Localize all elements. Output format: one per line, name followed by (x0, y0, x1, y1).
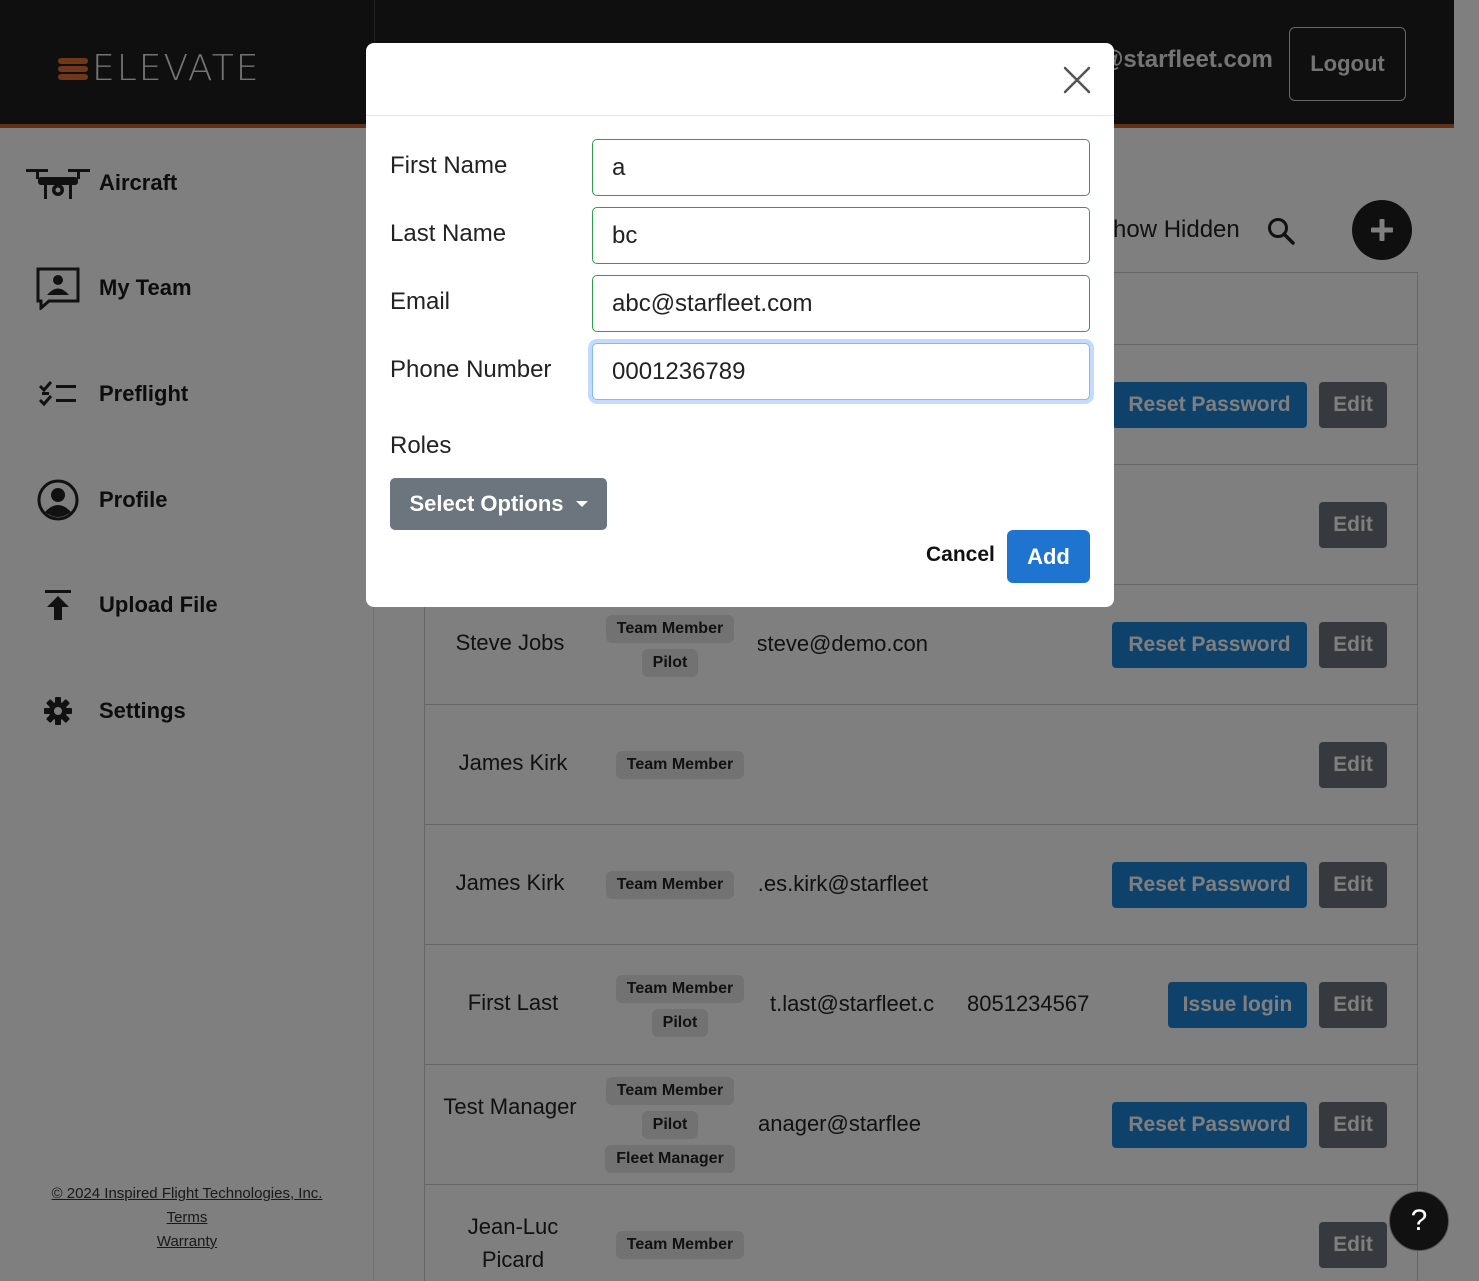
roles-select-dropdown[interactable]: Select Options (390, 478, 607, 530)
caret-down-icon (575, 501, 588, 507)
close-icon[interactable] (1062, 65, 1092, 95)
last-name-label: Last Name (390, 220, 507, 247)
modal-header (366, 43, 1114, 116)
phone-number-label: Phone Number (390, 356, 552, 383)
cancel-button[interactable]: Cancel (926, 543, 995, 567)
email-label: Email (390, 288, 451, 315)
email-field[interactable]: abc@starfleet.com (592, 275, 1090, 332)
first-name-label: First Name (390, 152, 508, 179)
phone-number-field[interactable]: 0001236789 (592, 343, 1090, 400)
add-button[interactable]: Add (1007, 530, 1090, 583)
select-options-label: Select Options (409, 491, 564, 516)
help-button[interactable]: ? (1389, 1191, 1449, 1251)
last-name-field[interactable]: bc (592, 207, 1090, 264)
first-name-field[interactable]: a (592, 139, 1090, 196)
add-team-member-modal: First Name a Last Name bc Email abc@star… (366, 43, 1114, 607)
roles-label: Roles (390, 432, 452, 459)
